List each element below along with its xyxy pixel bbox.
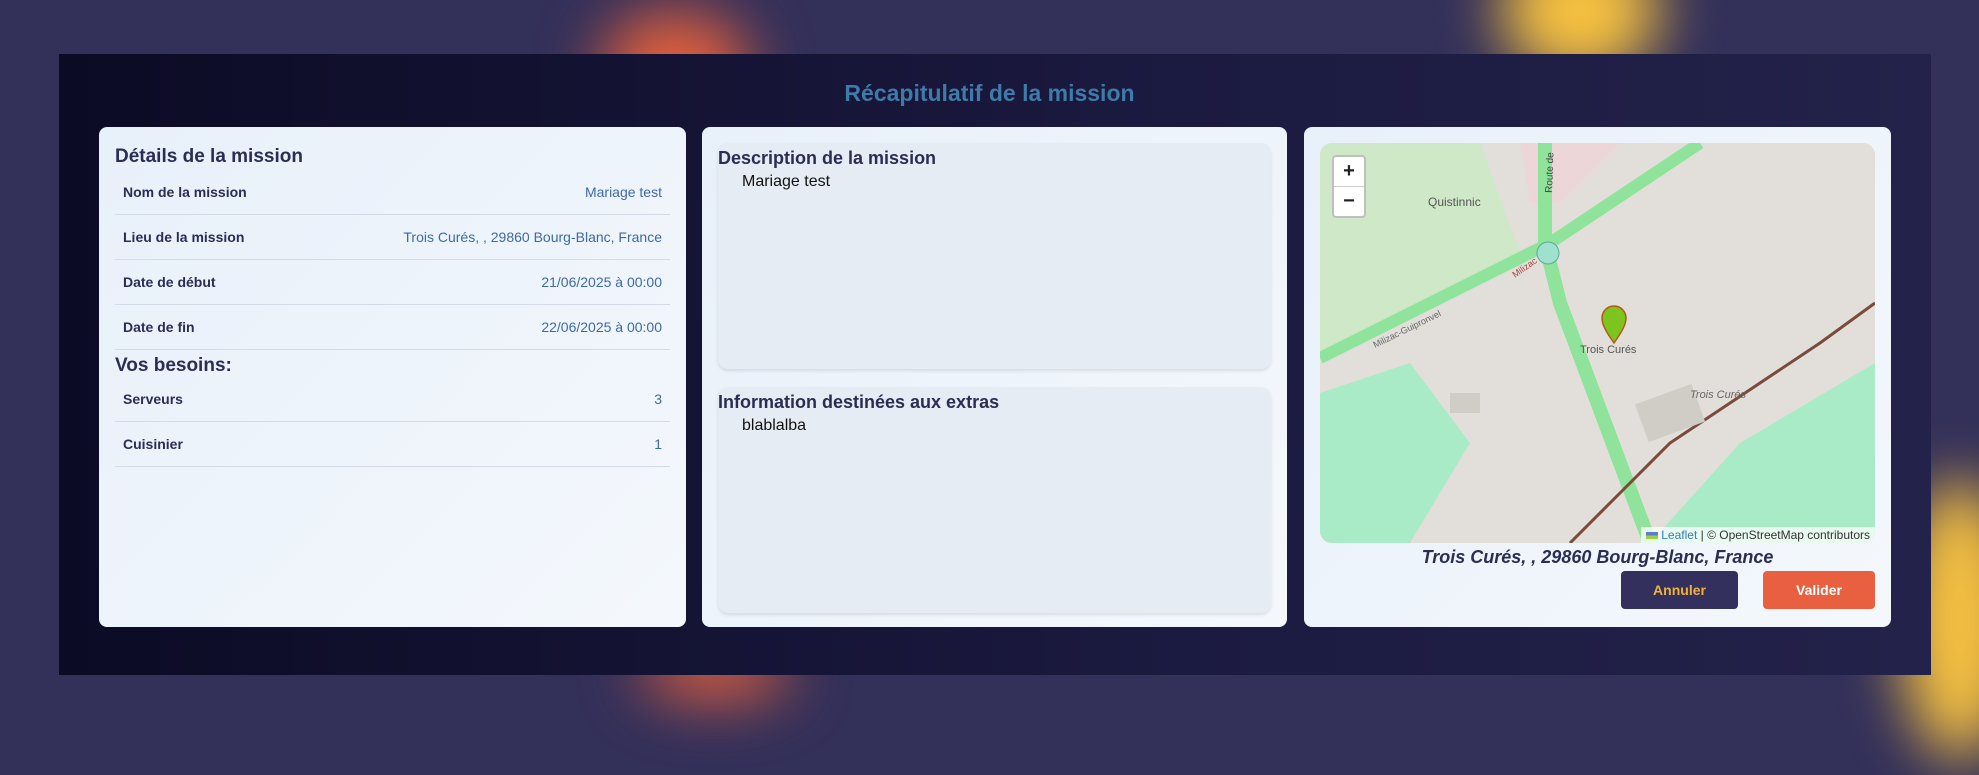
detail-value: Trois Curés, , 29860 Bourg-Blanc, France [403, 229, 662, 245]
extras-heading: Information destinées aux extras [718, 392, 1000, 412]
needs-heading: Vos besoins: [115, 355, 232, 376]
page-title: Récapitulatif de la mission [844, 80, 1135, 106]
map-attribution: Leaflet | © OpenStreetMap contributors [1640, 527, 1875, 543]
detail-label: Lieu de la mission [123, 229, 245, 245]
need-value: 3 [654, 391, 662, 407]
description-heading: Description de la mission [718, 148, 937, 168]
map-label: Quistinnic [1428, 195, 1481, 209]
detail-row: Date de début 21/06/2025 à 00:00 [115, 260, 670, 305]
leaflet-flag-icon [1645, 532, 1658, 539]
description-text: Mariage test [742, 173, 831, 190]
cancel-button[interactable]: Annuler [1621, 571, 1738, 609]
map-tiles: Quistinnic Trois Curés Trois Curés Route… [1320, 143, 1875, 543]
location-card: Quistinnic Trois Curés Trois Curés Route… [1304, 127, 1891, 627]
mission-details-card: Détails de la mission Nom de la mission M… [99, 127, 686, 627]
validate-button[interactable]: Valider [1763, 571, 1875, 609]
extras-info-box: Information destinées aux extras blablal… [718, 387, 1271, 613]
detail-label: Nom de la mission [123, 184, 247, 200]
map-label: Trois Curés [1690, 389, 1747, 401]
detail-value: 22/06/2025 à 00:00 [541, 319, 662, 335]
need-label: Serveurs [123, 391, 183, 407]
map-label: Route de [1544, 152, 1556, 193]
map-label: Trois Curés [1580, 344, 1637, 356]
detail-row: Lieu de la mission Trois Curés, , 29860 B… [115, 215, 670, 260]
detail-label: Date de début [123, 274, 216, 290]
need-row: Serveurs 3 [115, 377, 670, 422]
mission-info-card: Description de la mission Mariage test I… [702, 127, 1287, 627]
need-row: Cuisinier 1 [115, 422, 670, 467]
detail-label: Date de fin [123, 319, 195, 335]
need-label: Cuisinier [123, 436, 183, 452]
zoom-out-button[interactable]: − [1334, 187, 1364, 216]
detail-row: Date de fin 22/06/2025 à 00:00 [115, 305, 670, 350]
need-value: 1 [654, 436, 662, 452]
zoom-in-button[interactable]: + [1334, 157, 1364, 187]
description-box: Description de la mission Mariage test [718, 143, 1271, 369]
attribution-text: | © OpenStreetMap contributors [1700, 528, 1870, 542]
zoom-control: + − [1332, 155, 1366, 218]
extras-text: blablalba [742, 417, 807, 434]
detail-value: Mariage test [584, 184, 662, 200]
map[interactable]: Quistinnic Trois Curés Trois Curés Route… [1320, 143, 1875, 543]
detail-value: 21/06/2025 à 00:00 [541, 274, 662, 290]
leaflet-link[interactable]: Leaflet [1661, 528, 1697, 542]
details-heading: Détails de la mission [115, 146, 303, 167]
detail-row: Nom de la mission Mariage test [115, 170, 670, 215]
address-label: Trois Curés, , 29860 Bourg-Blanc, France [1421, 547, 1774, 567]
